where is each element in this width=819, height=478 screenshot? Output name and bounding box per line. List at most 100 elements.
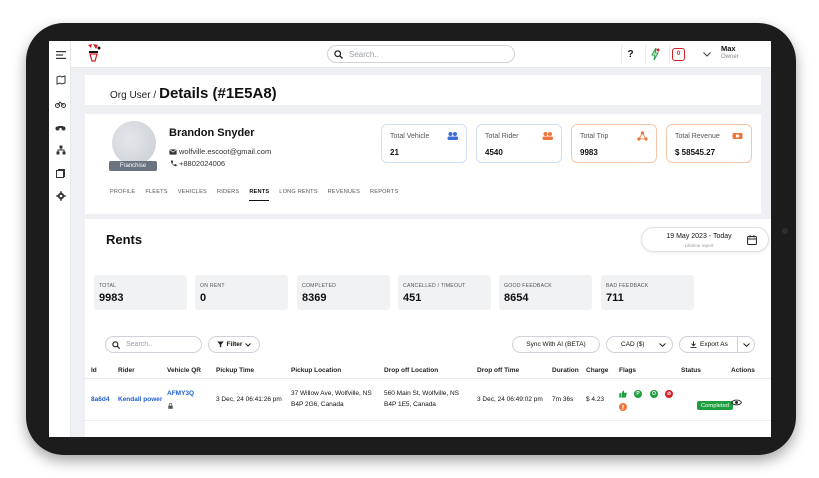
summary-label: COMPLETED: [302, 283, 337, 289]
rents-panel: Rents 19 May 2023 - Today Lifetime repor…: [85, 219, 771, 437]
stat-value: $ 58545.27: [675, 148, 716, 157]
eye-icon[interactable]: [731, 399, 742, 406]
dropoff-time: 3 Dec, 24 06:49:02 pm: [477, 396, 543, 403]
stat-value: 21: [390, 148, 399, 157]
rents-title: Rents: [106, 232, 143, 247]
summary-cancelled[interactable]: CANCELLED / TIMEOUT 451: [398, 275, 491, 310]
bicycle-icon[interactable]: [55, 98, 66, 109]
avatar: [112, 121, 156, 165]
profile-name: Brandon Snyder: [169, 127, 255, 139]
col-pickup-location[interactable]: Pickup Location: [291, 367, 341, 374]
tab-profile[interactable]: PROFILE: [110, 189, 135, 201]
menu-icon[interactable]: [55, 49, 66, 60]
currency-select[interactable]: CAD ($): [606, 336, 673, 353]
col-rider[interactable]: Rider: [118, 367, 135, 374]
col-status[interactable]: Status: [681, 367, 701, 374]
envelope-icon: [169, 148, 177, 156]
gear-icon[interactable]: [55, 190, 66, 201]
breadcrumb: Org User / Details (#1E5A8): [110, 85, 277, 102]
rents-search[interactable]: [105, 336, 202, 353]
camera-dot: [782, 228, 788, 234]
summary-label: BAD FEEDBACK: [606, 283, 649, 289]
col-dropoff-location[interactable]: Drop off Location: [384, 367, 438, 374]
tab-rents[interactable]: RENTS: [249, 189, 270, 201]
currency-value: CAD ($): [621, 341, 645, 348]
col-duration[interactable]: Duration: [552, 367, 579, 374]
export-button[interactable]: Export As: [679, 336, 755, 353]
sync-ai-button[interactable]: Sync With AI (BETA): [512, 336, 600, 353]
stat-label: Total Revenue: [675, 133, 720, 140]
chevron-down-icon[interactable]: [703, 49, 711, 59]
stat-label: Total Vehicle: [390, 133, 430, 140]
summary-completed[interactable]: COMPLETED 8369: [297, 275, 390, 310]
search-icon: [334, 49, 343, 59]
col-actions: Actions: [731, 367, 755, 374]
filter-button[interactable]: Filter: [208, 336, 260, 353]
col-id[interactable]: Id: [91, 367, 97, 374]
filter-label: Filter: [226, 341, 243, 348]
col-charge[interactable]: Charge: [586, 367, 608, 374]
notification-button[interactable]: 0: [669, 45, 687, 63]
calendar-icon: [747, 235, 757, 245]
page-title: Details (#1E5A8): [159, 85, 277, 102]
tab-vehicles[interactable]: VEHICLES: [178, 189, 207, 201]
global-search[interactable]: [327, 45, 515, 63]
summary-label: ON RENT: [200, 283, 225, 289]
top-bar: ? 0 Max Owner: [71, 41, 771, 68]
col-pickup-time[interactable]: Pickup Time: [216, 367, 254, 374]
summary-total[interactable]: TOTAL 9983: [94, 275, 187, 310]
stat-card-total-trip[interactable]: Total Trip 9983: [571, 124, 657, 163]
sidebar-rail: [49, 41, 71, 437]
rider-link[interactable]: Kendall power: [118, 395, 162, 405]
tab-fleets[interactable]: FLEETS: [145, 189, 167, 201]
org-tree-icon[interactable]: [55, 144, 66, 155]
user-role: Owner: [721, 54, 739, 60]
status-badge: Completed: [697, 401, 734, 410]
summary-bad-feedback[interactable]: BAD FEEDBACK 711: [601, 275, 694, 310]
user-name: Max: [721, 44, 736, 53]
summary-on-rent[interactable]: ON RENT 0: [195, 275, 288, 310]
flag-parking: P: [634, 390, 642, 398]
brand-logo: [88, 44, 101, 62]
lightning-button[interactable]: [645, 45, 663, 63]
stat-value: 9983: [580, 148, 598, 157]
date-range-subtitle: Lifetime report: [684, 243, 714, 248]
export-label: Export As: [700, 341, 728, 348]
chevron-down-icon: [245, 342, 252, 347]
help-button[interactable]: ?: [621, 45, 639, 63]
stat-label: Total Rider: [485, 133, 519, 140]
rent-id-link[interactable]: 8a6d4: [91, 395, 109, 405]
tab-revenues[interactable]: REVENUES: [328, 189, 360, 201]
stat-card-total-revenue[interactable]: Total Revenue $ 58545.27: [666, 124, 752, 163]
breadcrumb-parent[interactable]: Org User /: [110, 90, 156, 101]
map-icon[interactable]: [55, 74, 66, 85]
summary-label: CANCELLED / TIMEOUT: [403, 283, 466, 289]
summary-good-feedback[interactable]: GOOD FEEDBACK 8654: [499, 275, 592, 310]
vehicle-qr-link[interactable]: AFMY3Q: [167, 389, 194, 399]
rents-search-input[interactable]: [126, 341, 186, 348]
scooter-icon[interactable]: [55, 121, 66, 132]
col-flags[interactable]: Flags: [619, 367, 636, 374]
summary-value: 8369: [302, 292, 327, 304]
profile-tabs: PROFILE FLEETS VEHICLES RIDERS RENTS LON…: [110, 189, 398, 201]
global-search-input[interactable]: [349, 49, 499, 59]
documents-icon[interactable]: [55, 167, 66, 178]
user-menu[interactable]: Max Owner: [721, 44, 739, 60]
summary-label: TOTAL: [99, 283, 117, 289]
col-vehicle-qr[interactable]: Vehicle QR: [167, 367, 201, 374]
stat-card-total-rider[interactable]: Total Rider 4540: [476, 124, 562, 163]
tab-reports[interactable]: REPORTS: [370, 189, 398, 201]
date-range-picker[interactable]: 19 May 2023 - Today Lifetime report: [641, 227, 769, 252]
summary-value: 451: [403, 292, 422, 304]
tab-long-rents[interactable]: LONG RENTS: [279, 189, 317, 201]
table-row[interactable]: 8a6d4 Kendall power AFMY3Q 3 Dec, 24 06:…: [85, 379, 771, 421]
date-range-value: 19 May 2023 - Today: [666, 233, 732, 240]
lock-icon: [168, 403, 173, 409]
profile-panel: Franchise Brandon Snyder wolfville.escoo…: [85, 114, 761, 214]
tab-riders[interactable]: RIDERS: [217, 189, 239, 201]
col-dropoff-time[interactable]: Drop off Time: [477, 367, 519, 374]
summary-label: GOOD FEEDBACK: [504, 283, 552, 289]
lightning-icon: [650, 48, 659, 60]
stat-card-total-vehicle[interactable]: Total Vehicle 21: [381, 124, 467, 163]
app-screen: ? 0 Max Owner Org User / Details (#1E5A8…: [49, 41, 771, 437]
